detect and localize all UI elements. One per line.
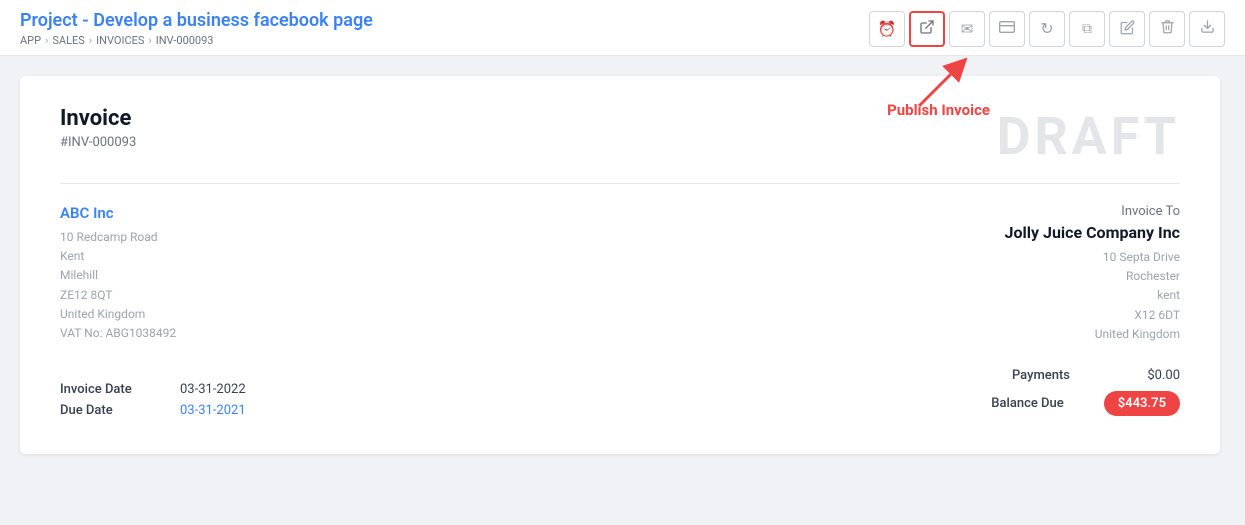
payments-label: Payments	[1012, 368, 1070, 383]
top-bar: Project - Develop a business facebook pa…	[0, 0, 1245, 56]
breadcrumb: APP › SALES › INVOICES › INV-000093	[20, 34, 373, 47]
client-addr-5: United Kingdom	[1005, 325, 1180, 344]
alarm-button[interactable]: ⏰	[869, 11, 905, 47]
breadcrumb-inv: INV-000093	[156, 34, 214, 47]
dates-payments: Invoice Date 03-31-2022 Due Date 03-31-2…	[60, 368, 1180, 424]
card-button[interactable]	[989, 11, 1025, 47]
invoice-title-block: Invoice #INV-000093	[60, 106, 136, 150]
refresh-button[interactable]: ↻	[1029, 11, 1065, 47]
email-button[interactable]: ✉	[949, 11, 985, 47]
company-address: 10 Redcamp Road Kent Milehill ZE12 8QT U…	[60, 228, 176, 343]
draft-watermark: DRAFT	[997, 106, 1180, 167]
download-button[interactable]	[1189, 11, 1225, 47]
edit-button[interactable]	[1109, 11, 1145, 47]
addr-line-2: Kent	[60, 247, 176, 266]
company-section: ABC Inc 10 Redcamp Road Kent Milehill ZE…	[60, 204, 1180, 344]
sep2: ›	[89, 34, 92, 47]
invoice-date-row: Invoice Date 03-31-2022	[60, 382, 246, 397]
title-breadcrumb: Project - Develop a business facebook pa…	[20, 10, 373, 47]
balance-value: $443.75	[1104, 391, 1180, 416]
invoice-to-label: Invoice To	[1005, 204, 1180, 219]
payments-section: Payments $0.00 Balance Due $443.75	[991, 368, 1180, 424]
client-addr-1: 10 Septa Drive	[1005, 248, 1180, 267]
publish-button[interactable]	[909, 11, 945, 47]
invoice-card: Invoice #INV-000093 DRAFT ABC Inc 10 Red…	[20, 76, 1220, 454]
invoice-date-value: 03-31-2022	[180, 382, 246, 397]
delete-button[interactable]	[1149, 11, 1185, 47]
client-addr-4: X12 6DT	[1005, 306, 1180, 325]
balance-label: Balance Due	[991, 396, 1063, 411]
email-icon: ✉	[961, 20, 974, 38]
company-to: Invoice To Jolly Juice Company Inc 10 Se…	[1005, 204, 1180, 344]
addr-line-5: United Kingdom	[60, 305, 176, 324]
download-icon	[1200, 19, 1215, 38]
company-name: ABC Inc	[60, 204, 176, 222]
invoice-date-label: Invoice Date	[60, 382, 160, 397]
refresh-icon: ↻	[1040, 19, 1053, 39]
copy-button[interactable]: ⧉	[1069, 11, 1105, 47]
copy-icon: ⧉	[1082, 20, 1092, 37]
alarm-icon: ⏰	[878, 20, 897, 38]
breadcrumb-app: APP	[20, 34, 41, 47]
client-addr-3: kent	[1005, 286, 1180, 305]
payments-value: $0.00	[1110, 368, 1180, 383]
client-addr-2: Rochester	[1005, 267, 1180, 286]
sep1: ›	[45, 34, 48, 47]
dates-section: Invoice Date 03-31-2022 Due Date 03-31-2…	[60, 382, 246, 424]
delete-icon	[1160, 19, 1175, 38]
card-icon	[999, 19, 1015, 38]
edit-icon	[1120, 20, 1135, 38]
content-area: Invoice #INV-000093 DRAFT ABC Inc 10 Red…	[0, 56, 1245, 474]
invoice-header: Invoice #INV-000093 DRAFT	[60, 106, 1180, 184]
due-date-label: Due Date	[60, 403, 160, 418]
breadcrumb-invoices: INVOICES	[96, 34, 144, 47]
addr-line-4: ZE12 8QT	[60, 286, 176, 305]
toolbar: ⏰ ✉ ↻	[869, 11, 1225, 47]
sep3: ›	[148, 34, 151, 47]
balance-row: Balance Due $443.75	[991, 391, 1180, 416]
invoice-title: Invoice	[60, 106, 136, 131]
due-date-row: Due Date 03-31-2021	[60, 403, 246, 418]
breadcrumb-sales: SALES	[52, 34, 84, 47]
client-address: 10 Septa Drive Rochester kent X12 6DT Un…	[1005, 248, 1180, 344]
company-from: ABC Inc 10 Redcamp Road Kent Milehill ZE…	[60, 204, 176, 344]
due-date-value: 03-31-2021	[180, 403, 246, 418]
payments-row: Payments $0.00	[991, 368, 1180, 383]
publish-icon	[919, 19, 935, 39]
client-name: Jolly Juice Company Inc	[1005, 223, 1180, 242]
addr-line-1: 10 Redcamp Road	[60, 228, 176, 247]
page-title: Project - Develop a business facebook pa…	[20, 10, 373, 31]
addr-line-3: Milehill	[60, 266, 176, 285]
invoice-number: #INV-000093	[60, 135, 136, 150]
addr-vat: VAT No: ABG1038492	[60, 324, 176, 343]
